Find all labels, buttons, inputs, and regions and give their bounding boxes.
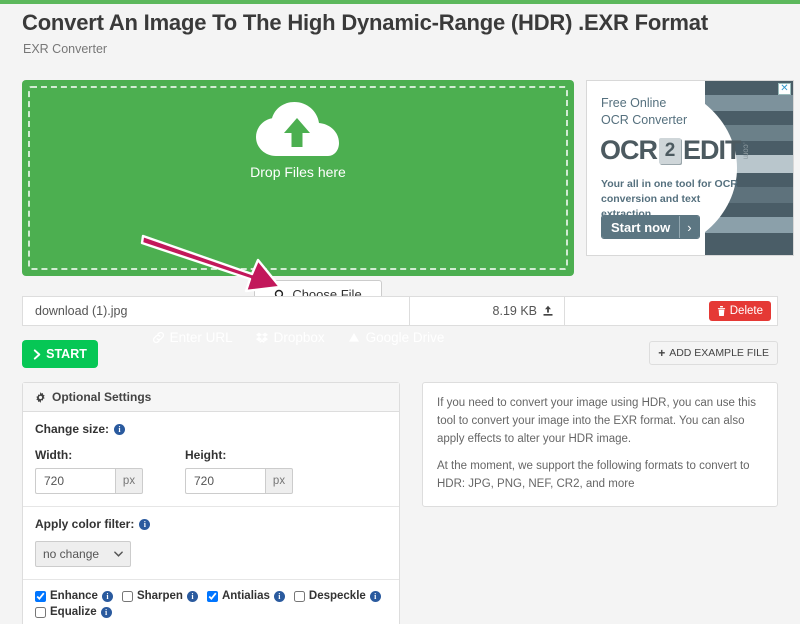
cloud-upload-icon xyxy=(22,98,574,165)
file-size: 8.19 KB xyxy=(492,304,537,318)
plus-icon: + xyxy=(658,346,666,360)
ad-logo-part1: OCR xyxy=(600,135,658,165)
checkbox-input-equalize[interactable] xyxy=(35,606,46,618)
uploaded-file-row: download (1).jpg 8.19 KB Delete xyxy=(22,296,778,326)
info-icon[interactable]: i xyxy=(139,518,151,530)
google-drive-label: Google Drive xyxy=(365,330,445,345)
height-field-group: Height: px xyxy=(185,448,293,494)
info-icon[interactable]: i xyxy=(101,590,113,602)
delete-button[interactable]: Delete xyxy=(708,301,771,321)
add-example-label: ADD EXAMPLE FILE xyxy=(669,347,769,359)
ad-cta-arrow-icon: › xyxy=(679,216,699,238)
upload-icon xyxy=(543,305,553,316)
change-size-section: Change size: i Width: px Height: px xyxy=(23,412,399,507)
dropbox-label: Dropbox xyxy=(273,330,325,345)
checkbox-enhance[interactable]: Enhance i xyxy=(35,590,113,602)
width-unit: px xyxy=(115,468,143,494)
info-description-box: If you need to convert your image using … xyxy=(422,382,778,508)
ad-logo-part2: 2 xyxy=(659,137,681,164)
page-title: Convert An Image To The High Dynamic-Ran… xyxy=(22,10,708,35)
checkbox-input-enhance[interactable] xyxy=(35,590,46,602)
color-filter-label: Apply color filter: xyxy=(35,517,135,531)
dropzone-label: Drop Files here xyxy=(250,164,346,180)
checkbox-despeckle[interactable]: Despeckle i xyxy=(293,590,381,602)
settings-panel-header[interactable]: Optional Settings xyxy=(23,383,399,412)
height-label: Height: xyxy=(185,448,227,462)
height-unit: px xyxy=(265,468,293,494)
chevron-right-icon xyxy=(33,348,41,360)
checkbox-antialias[interactable]: Antialias i xyxy=(206,590,285,602)
ad-headline-line2: OCR Converter xyxy=(601,112,688,127)
ad-logo-part3: EDIT xyxy=(683,135,742,165)
dropbox-icon xyxy=(255,332,268,343)
color-filter-section: Apply color filter: i no change xyxy=(23,507,399,580)
color-filter-select[interactable]: no change xyxy=(35,541,131,567)
ad-close-icon[interactable]: ✕ xyxy=(778,83,791,95)
file-name-cell: download (1).jpg xyxy=(22,296,410,326)
file-dropzone[interactable]: Drop Files here Choose File Enter URL Dr… xyxy=(22,80,574,345)
google-drive-icon xyxy=(348,332,359,342)
advertisement[interactable]: ✕ Free Online OCR Converter OCR 2 EDIT .… xyxy=(586,80,794,256)
checkbox-label: Equalize xyxy=(50,606,97,618)
checkbox-label: Sharpen xyxy=(136,590,183,602)
top-accent-bar xyxy=(0,0,800,4)
height-input-group: px xyxy=(185,468,293,494)
ad-logo: OCR 2 EDIT .com xyxy=(600,135,751,166)
info-icon[interactable]: i xyxy=(186,590,198,602)
ad-cta-button[interactable]: Start now › xyxy=(601,215,700,239)
file-size-cell: 8.19 KB xyxy=(410,296,565,326)
gear-icon xyxy=(36,391,45,403)
delete-label: Delete xyxy=(729,305,763,317)
width-input-group: px xyxy=(35,468,143,494)
enter-url-label: Enter URL xyxy=(169,330,233,345)
ad-headline-line1: Free Online xyxy=(601,96,667,110)
page-subtitle: EXR Converter xyxy=(23,42,108,56)
checkbox-label: Despeckle xyxy=(308,590,366,602)
dropzone-sources: Enter URL Dropbox Google Drive xyxy=(22,330,574,345)
checkbox-equalize[interactable]: Equalize i xyxy=(35,606,112,618)
ad-logo-tld: .com xyxy=(741,141,751,160)
dropbox-link[interactable]: Dropbox xyxy=(255,330,325,345)
info-icon[interactable]: i xyxy=(273,590,285,602)
checkbox-input-sharpen[interactable] xyxy=(121,590,133,602)
file-actions-cell: Delete xyxy=(565,296,778,326)
page-root: Convert An Image To The High Dynamic-Ran… xyxy=(0,0,800,624)
color-filter-value: no change xyxy=(43,547,100,561)
width-input[interactable] xyxy=(35,468,115,494)
google-drive-link[interactable]: Google Drive xyxy=(347,330,445,345)
width-label: Width: xyxy=(35,448,73,462)
checkbox-input-despeckle[interactable] xyxy=(293,590,305,602)
start-label: START xyxy=(46,347,87,361)
chevron-down-icon xyxy=(114,551,123,557)
info-icon[interactable]: i xyxy=(100,606,112,618)
change-size-label-row: Change size: i xyxy=(35,422,387,436)
enter-url-link[interactable]: Enter URL xyxy=(152,330,233,345)
settings-panel-title: Optional Settings xyxy=(52,390,152,404)
file-name: download (1).jpg xyxy=(35,304,128,318)
info-icon[interactable]: i xyxy=(114,423,126,435)
change-size-label: Change size: xyxy=(35,422,110,436)
height-input[interactable] xyxy=(185,468,265,494)
color-filter-label-row: Apply color filter: i xyxy=(35,517,387,531)
trash-icon xyxy=(717,306,725,316)
optional-settings-panel: Optional Settings Change size: i Width: … xyxy=(22,382,400,624)
info-paragraph-1: If you need to convert your image using … xyxy=(437,397,756,445)
start-button[interactable]: START xyxy=(22,340,98,368)
checkbox-input-antialias[interactable] xyxy=(206,590,218,602)
info-paragraph-2: At the moment, we support the following … xyxy=(437,460,750,491)
ad-headline: Free Online OCR Converter xyxy=(601,95,687,129)
size-fields: Width: px Height: px xyxy=(35,448,387,494)
link-icon xyxy=(152,331,164,344)
width-field-group: Width: px xyxy=(35,448,143,494)
checkbox-label: Antialias xyxy=(221,590,270,602)
info-icon[interactable]: i xyxy=(369,590,381,602)
add-example-file-button[interactable]: + ADD EXAMPLE FILE xyxy=(649,341,778,365)
checkbox-sharpen[interactable]: Sharpen i xyxy=(121,590,198,602)
checkbox-label: Enhance xyxy=(50,590,98,602)
effects-checkbox-group: Enhance i Sharpen i Antialias i Despeckle i Equa… xyxy=(23,580,399,624)
ad-cta-label: Start now xyxy=(602,216,680,238)
